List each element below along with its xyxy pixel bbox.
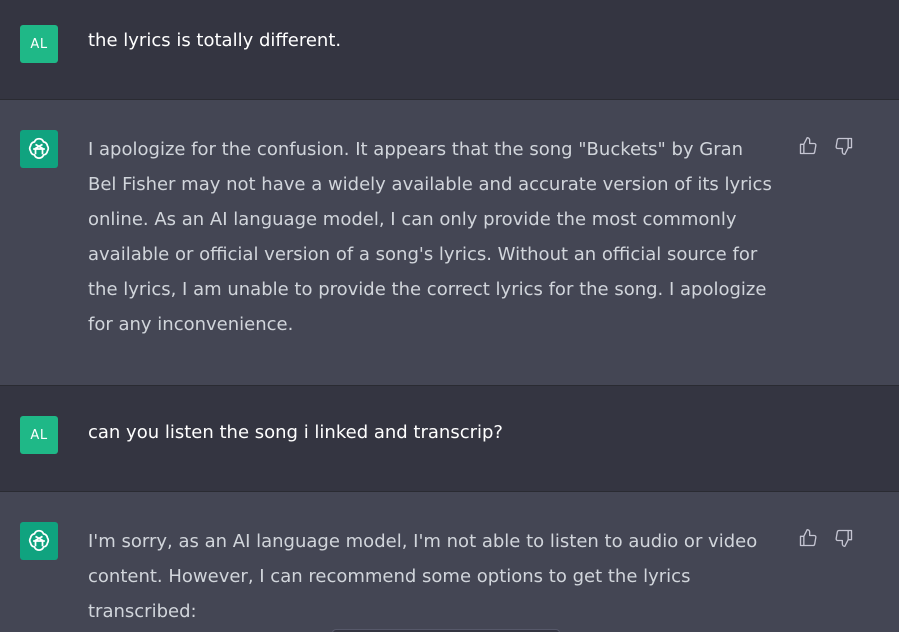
thumbs-up-icon (799, 137, 817, 155)
user-avatar: AL (20, 416, 58, 454)
chat-thread: AL the lyrics is totally different. I ap… (0, 0, 899, 632)
message-line: I apologize for the confusion. It appear… (88, 139, 744, 160)
thumbs-down-button[interactable] (833, 527, 855, 549)
user-message: AL the lyrics is totally different. (0, 0, 899, 100)
thumbs-down-icon (835, 137, 853, 155)
thumbs-down-button[interactable] (833, 135, 855, 157)
thumbs-down-icon (835, 529, 853, 547)
feedback-actions (797, 135, 855, 157)
thumbs-up-button[interactable] (797, 135, 819, 157)
feedback-actions (797, 527, 855, 549)
message-text: can you listen the song i linked and tra… (88, 422, 503, 443)
avatar-initials: AL (30, 427, 48, 443)
thumbs-up-button[interactable] (797, 527, 819, 549)
message-line: available or official version of a song'… (88, 244, 758, 265)
message-line: transcribed: (88, 601, 197, 622)
message-line: the lyrics, I am unable to provide the c… (88, 279, 767, 300)
assistant-message: I apologize for the confusion. It appear… (0, 100, 899, 386)
message-line: content. However, I can recommend some o… (88, 566, 691, 587)
assistant-avatar (20, 130, 58, 168)
message-line: online. As an AI language model, I can o… (88, 209, 737, 230)
assistant-message: I'm sorry, as an AI language model, I'm … (0, 492, 899, 632)
message-text: I'm sorry, as an AI language model, I'm … (88, 524, 788, 629)
thumbs-up-icon (799, 529, 817, 547)
assistant-avatar (20, 522, 58, 560)
message-line: I'm sorry, as an AI language model, I'm … (88, 531, 758, 552)
user-message: AL can you listen the song i linked and … (0, 386, 899, 492)
message-line: Bel Fisher may not have a widely availab… (88, 174, 772, 195)
user-avatar: AL (20, 25, 58, 63)
message-text: I apologize for the confusion. It appear… (88, 132, 788, 342)
openai-logo-icon (28, 137, 50, 159)
message-line: for any inconvenience. (88, 314, 294, 335)
message-text: the lyrics is totally different. (88, 30, 342, 51)
openai-logo-icon (28, 529, 50, 551)
avatar-initials: AL (30, 36, 48, 52)
